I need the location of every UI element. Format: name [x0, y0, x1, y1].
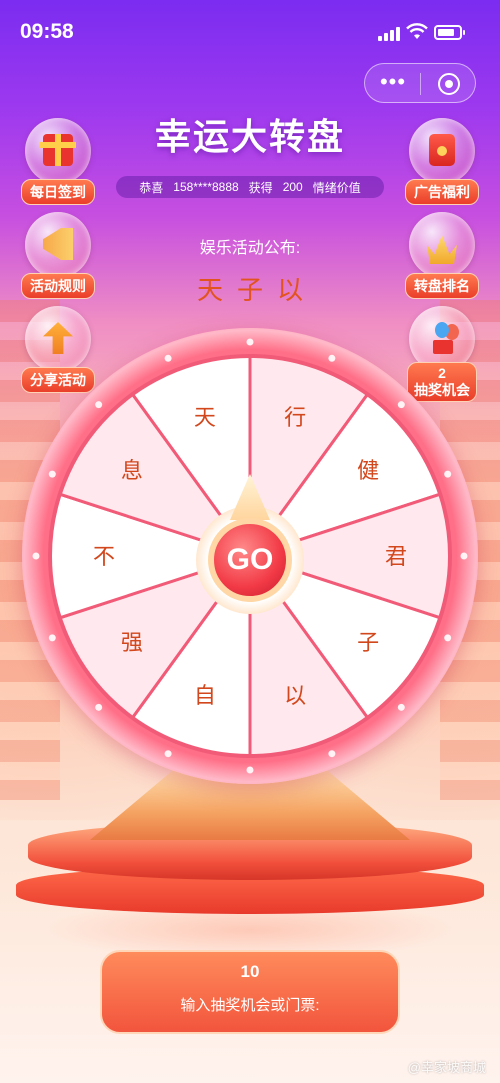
notice-amount: 200	[282, 180, 303, 194]
status-bar: 09:58	[0, 0, 500, 64]
ad-benefits-label: 广告福利	[405, 179, 479, 205]
more-icon[interactable]: •••	[379, 71, 407, 93]
notice-verb: 获得	[248, 180, 273, 195]
watermark: @幸家坡商城	[407, 1060, 486, 1075]
wheel-segment-label: 以	[284, 684, 306, 709]
prize-wheel[interactable]: 天 行健君子以 自 强 不 息 GO	[22, 328, 478, 784]
announcement-label: 娱乐活动公布:	[199, 240, 301, 257]
winner-notice: 恭喜 158****8888 获得 200 情绪价值	[116, 176, 384, 198]
wheel-segment-label: 子	[357, 631, 379, 656]
wheel-segment-label: 自	[194, 684, 216, 709]
wheel-rim-light	[48, 470, 56, 478]
go-button[interactable]: GO	[208, 518, 292, 602]
red-packet-icon	[429, 134, 455, 166]
battery-icon	[434, 25, 465, 40]
notice-phone: 158****8888	[173, 180, 239, 194]
wheel-rim-light	[444, 634, 452, 642]
wheel-rim-light	[164, 750, 172, 758]
ad-benefits-bubble	[409, 118, 475, 184]
announcement-text: 天子以	[196, 275, 317, 305]
wheel-rim-light	[246, 766, 254, 774]
wheel-rim-light	[32, 552, 40, 560]
wheel-rim-light	[48, 634, 56, 642]
wheel-rim-light	[444, 470, 452, 478]
notice-suffix: 情绪价值	[312, 180, 361, 195]
wheel-rim-light	[95, 703, 103, 711]
wheel-segment-label: 不	[93, 545, 115, 570]
wheel-rim-light	[95, 401, 103, 409]
capsule-divider	[420, 73, 421, 95]
go-button-wrap: GO	[192, 474, 308, 614]
signal-icon	[378, 27, 400, 41]
wheel-segment-label: 健	[357, 459, 379, 484]
wheel-rim-light	[328, 750, 336, 758]
daily-checkin-bubble	[25, 118, 91, 184]
wheel-segment-label: 君	[385, 545, 407, 570]
daily-checkin-label: 每日签到	[21, 179, 95, 205]
wheel-rim-light	[328, 354, 336, 362]
gift-icon	[40, 134, 76, 166]
wheel-rim-light	[460, 552, 468, 560]
wheel-rim-light	[246, 338, 254, 346]
status-time: 09:58	[20, 20, 74, 43]
wheel-segment-label: 息	[121, 459, 143, 484]
wifi-icon	[406, 23, 428, 39]
wheel-segment-label: 行	[284, 406, 306, 431]
wheel-rim-light	[164, 354, 172, 362]
wheel-segment-label: 天	[194, 406, 216, 431]
notice-prefix: 恭喜	[139, 180, 164, 195]
wheel-rim-light	[397, 703, 405, 711]
ad-benefits-button[interactable]: 广告福利	[404, 118, 480, 205]
mini-program-capsule: •••	[364, 63, 476, 103]
close-target-icon[interactable]	[438, 73, 460, 95]
draw-input-label: 输入抽奖机会或门票:	[180, 997, 320, 1014]
chances-count: 10	[240, 962, 260, 981]
daily-checkin-button[interactable]: 每日签到	[20, 118, 96, 205]
wheel-rim-light	[397, 401, 405, 409]
wheel-segment-label: 强	[121, 631, 143, 656]
